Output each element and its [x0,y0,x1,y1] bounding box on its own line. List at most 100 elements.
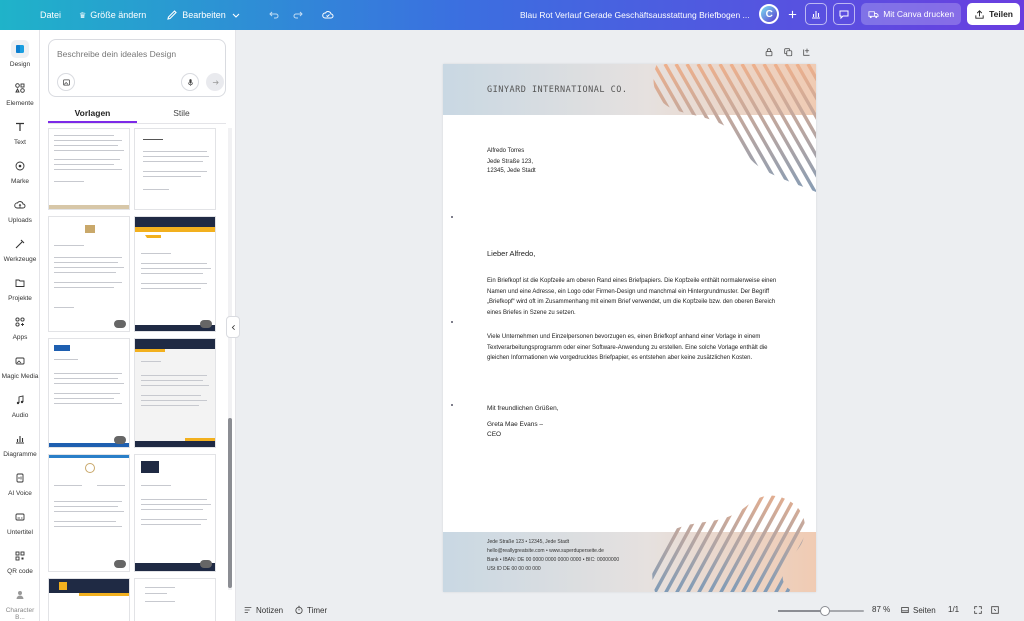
arrow-right-icon [212,79,219,85]
voice-input-button[interactable] [181,73,199,91]
recipient-name: Alfredo Torres [487,148,525,154]
add-page-icon[interactable] [802,47,812,57]
text-icon [11,118,29,136]
undo-icon [269,11,279,19]
image-upload-button[interactable] [57,73,75,91]
search-input[interactable]: Beschreibe dein ideales Design [57,49,176,59]
timer-button[interactable]: Timer [294,605,327,615]
rail-label: AI Voice [8,490,32,497]
rail-item-subtitles[interactable]: Untertitel [0,508,40,536]
tools-icon [11,235,29,253]
zoom-level[interactable]: 87 % [872,605,890,614]
file-menu[interactable]: Datei [34,0,67,30]
pages-button[interactable]: Seiten [900,605,936,615]
tab-templates[interactable]: Vorlagen [48,106,137,123]
share-button[interactable]: Teilen [967,3,1020,25]
timer-label: Timer [307,605,328,615]
template-thumbnail[interactable] [48,128,130,210]
footer-contact: hello@reallygreatsite.com • www.superdup… [487,548,604,554]
help-button[interactable] [990,605,1000,615]
chevron-down-icon [232,13,240,18]
rail-item-text[interactable]: Text [0,118,40,146]
panel-tabs: Vorlagen Stile [48,106,226,124]
subtitles-icon [11,508,29,526]
template-grid [48,128,226,621]
panel-scrollbar-thumb[interactable] [228,418,232,588]
template-thumbnail[interactable] [134,128,216,210]
rail-item-brand[interactable]: Marke [0,157,40,185]
help-icon [991,606,999,614]
insights-button[interactable] [805,3,828,25]
document-title[interactable]: Blau Rot Verlauf Gerade Geschäftsausstat… [520,0,760,30]
bar-chart-icon [812,11,821,19]
pages-icon [901,607,909,613]
rail-item-audio[interactable]: Audio [0,391,40,419]
edit-label: Bearbeiten [182,10,226,20]
template-thumbnail[interactable] [134,338,216,448]
notes-label: Notizen [256,605,284,615]
apps-icon [11,313,29,331]
tab-styles[interactable]: Stile [137,106,226,123]
salutation: Lieber Alfredo, [487,249,536,258]
add-collaborator-button[interactable] [785,3,799,25]
template-thumbnail[interactable] [134,216,216,332]
fold-mark [451,321,453,323]
fullscreen-button[interactable] [973,605,983,615]
share-icon [975,9,984,19]
elements-icon [11,79,29,97]
lock-icon[interactable] [764,47,774,57]
template-thumbnail[interactable] [48,338,130,448]
footer-address: Jede Straße 123 • 12345, Jede Stadt [487,539,570,545]
edit-mode-button[interactable]: Bearbeiten [160,0,248,30]
rail-item-design[interactable]: Design [0,40,40,68]
closing: Mit freundlichen Grüßen, [487,405,559,412]
resize-button[interactable]: ♛ Größe ändern [73,0,152,30]
avatar[interactable]: C [759,4,780,24]
notes-button[interactable]: Notizen [243,605,283,615]
rail-label: Character B... [5,607,35,621]
submit-prompt-button[interactable] [206,73,224,91]
comments-button[interactable] [833,3,856,25]
template-thumbnail[interactable] [48,578,130,621]
undo-button[interactable] [262,0,286,30]
rail-item-projects[interactable]: Projekte [0,274,40,302]
rail-label: Magic Media [1,373,39,380]
rail-item-character-builder[interactable]: Character B... [0,586,40,621]
template-thumbnail[interactable] [134,578,216,621]
rail-item-tools[interactable]: Werkzeuge [0,235,40,263]
duplicate-icon[interactable] [783,47,793,57]
rail-label: Audio [11,412,29,419]
premium-crown-icon [114,436,126,444]
left-rail: Design Elemente Text Marke Uploads Werkz… [0,30,40,621]
rail-item-elements[interactable]: Elemente [0,79,40,107]
design-prompt-box[interactable]: Beschreibe dein ideales Design [48,39,226,97]
letterhead-page[interactable]: GINYARD INTERNATIONAL CO. Alfredo Torres… [443,64,816,592]
premium-crown-icon [200,560,212,568]
rail-label: Uploads [8,217,32,224]
rail-item-qr-code[interactable]: QR code [0,547,40,575]
templates-panel: Beschreibe dein ideales Design Vorlagen … [40,30,236,621]
zoom-slider[interactable] [778,606,864,616]
collapse-panel-button[interactable] [226,316,240,338]
rail-item-charts[interactable]: Diagramme [0,430,40,458]
recipient-street: Jede Straße 123, [487,159,534,165]
rail-item-ai-voice[interactable]: AI Voice [0,469,40,497]
microphone-icon [187,78,193,86]
rail-item-uploads[interactable]: Uploads [0,196,40,224]
rail-item-magic-media[interactable]: Magic Media [0,352,40,380]
rail-item-apps[interactable]: Apps [0,313,40,341]
template-thumbnail[interactable] [134,454,216,572]
pages-label: Seiten [913,605,936,615]
template-thumbnail[interactable] [48,454,130,572]
character-icon [11,586,29,604]
upload-icon [11,196,29,214]
template-thumbnail[interactable] [48,216,130,332]
audio-icon [11,391,29,409]
zoom-slider-handle[interactable] [820,606,831,616]
redo-button[interactable] [286,0,310,30]
resize-label: Größe ändern [90,10,147,20]
cloud-save-button[interactable] [316,0,340,30]
print-with-canva-button[interactable]: Mit Canva drucken [861,3,962,25]
rail-label: Apps [12,334,28,341]
body-paragraph-1: Ein Briefkopf ist die Kopfzeile am obere… [487,278,777,316]
